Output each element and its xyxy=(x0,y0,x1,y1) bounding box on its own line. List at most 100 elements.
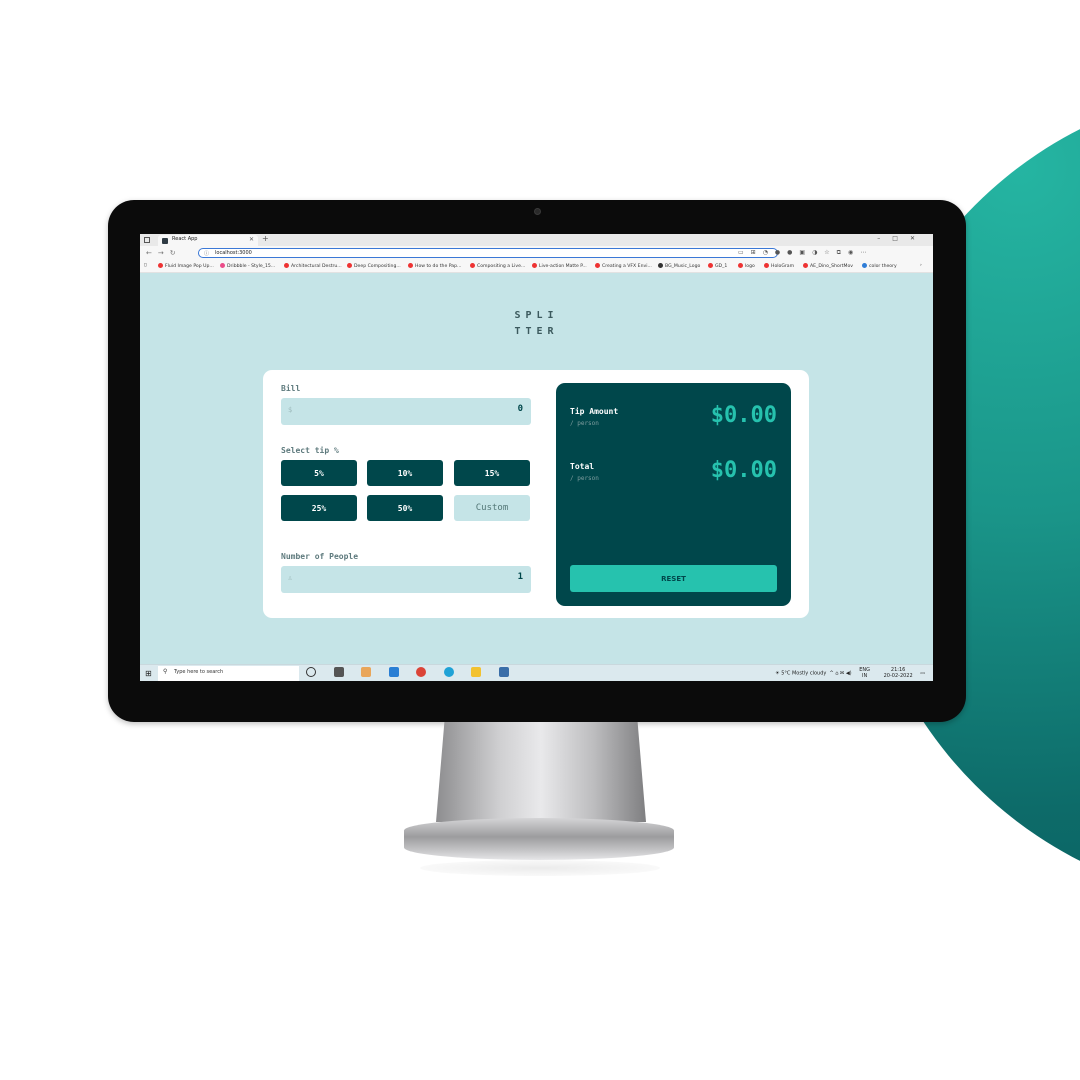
people-label: Number of People xyxy=(281,552,359,561)
tray-icons[interactable]: ^ ⌂ ✉ ◀) xyxy=(828,671,852,677)
total-sub: / person xyxy=(570,475,599,482)
select-tip-label: Select tip % xyxy=(281,446,339,455)
task-view-icon[interactable] xyxy=(333,667,344,677)
close-tab-icon[interactable]: ✕ xyxy=(249,236,254,243)
stage: React App ✕ + –□✕ ←→↻ ⓘ localhost:3000 ▭… xyxy=(0,0,1080,1080)
url-field[interactable]: ⓘ localhost:3000 xyxy=(198,248,778,258)
extension-icons[interactable]: ▭⊞◔●●▣◑☆⧉◉⋯ xyxy=(738,249,873,257)
monitor-screen: React App ✕ + –□✕ ←→↻ ⓘ localhost:3000 ▭… xyxy=(140,234,933,681)
site-icon xyxy=(658,263,663,268)
site-icon xyxy=(284,263,289,268)
bookmark-item[interactable]: HoloGram xyxy=(764,263,794,269)
bill-input[interactable]: $ 0 xyxy=(281,398,531,425)
bookmark-item[interactable]: color theory xyxy=(862,263,897,269)
search-placeholder: Type here to search xyxy=(174,669,224,675)
site-icon xyxy=(532,263,537,268)
system-tray: ☀ 5°C Mostly cloudy ^ ⌂ ✉ ◀) ENG IN 21:1… xyxy=(775,667,925,679)
browser-tab[interactable]: React App ✕ xyxy=(158,235,258,246)
tab-title: React App xyxy=(172,236,198,242)
chrome-icon[interactable] xyxy=(416,667,427,677)
person-icon: ♙ xyxy=(288,574,293,582)
youtube-icon xyxy=(738,263,743,268)
bookmark-item[interactable]: Fluid Image Pop Up... xyxy=(158,263,214,269)
calculator-card: Bill $ 0 Select tip % 5% 10% 15% 25% 50%… xyxy=(263,370,809,618)
edge-icon[interactable] xyxy=(443,667,454,677)
bookmark-item[interactable]: Live-action Matte P... xyxy=(532,263,587,269)
bookmark-item[interactable]: GD_1 xyxy=(708,263,727,269)
vscode-icon[interactable] xyxy=(388,667,399,677)
total-label: Total xyxy=(570,462,595,471)
tip-button-15[interactable]: 15% xyxy=(454,460,530,486)
windows-start-icon[interactable]: ⊞ xyxy=(145,669,152,678)
site-icon xyxy=(862,263,867,268)
tip-amount-value: $0.00 xyxy=(710,403,777,428)
cortana-icon[interactable] xyxy=(306,667,316,677)
monitor-stand-base xyxy=(404,818,674,860)
windows-taskbar: ⊞ ⚲ Type here to search ☀ 5°C Mostly clo… xyxy=(140,664,933,681)
tip-button-10[interactable]: 10% xyxy=(367,460,443,486)
webcam-icon xyxy=(534,208,541,215)
bookmark-item[interactable]: Architectural Destru... xyxy=(284,263,342,269)
youtube-icon xyxy=(158,263,163,268)
bookmark-item[interactable]: How to do the Pap... xyxy=(408,263,461,269)
tip-amount-sub: / person xyxy=(570,420,599,427)
total-value: $0.00 xyxy=(710,458,777,483)
bill-value: 0 xyxy=(517,404,523,414)
bookmark-item[interactable]: AE_Dino_ShortMov xyxy=(803,263,853,269)
dribbble-icon xyxy=(220,263,225,268)
navigation-icons[interactable]: ←→↻ xyxy=(146,249,182,257)
new-tab-icon[interactable]: + xyxy=(262,234,269,243)
bookmark-page-icon[interactable]: ▯ xyxy=(144,263,147,268)
bookmarks-bar: ▯ Fluid Image Pop Up... Dribbble - Style… xyxy=(140,260,933,273)
weather-icon[interactable]: ☀ xyxy=(775,671,779,677)
app-logo: SPLI TTER xyxy=(140,308,933,340)
bookmark-item[interactable]: Compositing a Live... xyxy=(470,263,525,269)
taskbar-apps xyxy=(306,667,517,677)
bookmarks-overflow-icon[interactable]: › xyxy=(920,263,922,268)
browser-address-bar: ←→↻ ⓘ localhost:3000 ▭⊞◔●●▣◑☆⧉◉⋯ xyxy=(140,246,933,260)
favicon-icon xyxy=(162,238,168,244)
sticky-app-icon[interactable] xyxy=(361,667,372,677)
monitor-stand-neck xyxy=(436,722,646,822)
tip-amount-label: Tip Amount xyxy=(570,407,619,416)
bookmark-item[interactable]: Deep Compositing... xyxy=(347,263,401,269)
file-explorer-icon[interactable] xyxy=(471,667,482,677)
url-text: localhost:3000 xyxy=(215,250,252,256)
youtube-icon xyxy=(708,263,713,268)
browser-tab-bar: React App ✕ + –□✕ xyxy=(140,234,933,246)
notification-icon[interactable]: ▭ xyxy=(920,671,925,677)
clock-date: 20-02-2022 xyxy=(883,673,913,679)
clock[interactable]: 21:16 20-02-2022 xyxy=(884,667,913,679)
youtube-icon xyxy=(803,263,808,268)
bookmark-item[interactable]: BG_Music_Logo xyxy=(658,263,700,269)
lang-region: IN xyxy=(862,673,868,679)
tip-button-50[interactable]: 50% xyxy=(367,495,443,521)
site-icon xyxy=(470,263,475,268)
people-value: 1 xyxy=(517,572,523,582)
reset-button[interactable]: RESET xyxy=(570,565,777,592)
tab-actions-icon[interactable] xyxy=(144,237,150,243)
info-icon[interactable]: ⓘ xyxy=(204,250,209,257)
bill-label: Bill xyxy=(281,384,301,393)
youtube-icon xyxy=(408,263,413,268)
search-icon: ⚲ xyxy=(163,668,168,675)
window-controls[interactable]: –□✕ xyxy=(877,235,927,242)
language-indicator[interactable]: ENG IN xyxy=(859,667,870,679)
people-input[interactable]: ♙ 1 xyxy=(281,566,531,593)
stand-shadow xyxy=(420,860,660,876)
site-icon xyxy=(595,263,600,268)
bookmark-item[interactable]: Dribbble - Style_15... xyxy=(220,263,275,269)
taskbar-search[interactable]: ⚲ Type here to search xyxy=(158,666,299,681)
tip-button-5[interactable]: 5% xyxy=(281,460,357,486)
weather-text: 5°C Mostly cloudy xyxy=(781,670,827,677)
site-icon xyxy=(347,263,352,268)
bookmark-item[interactable]: Creating a VFX Envi... xyxy=(595,263,652,269)
bookmark-item[interactable]: logo xyxy=(738,263,755,269)
tip-button-25[interactable]: 25% xyxy=(281,495,357,521)
logo-line-1: SPLI xyxy=(514,310,559,321)
dollar-icon: $ xyxy=(288,406,293,414)
logo-line-2: TTER xyxy=(514,326,559,337)
photos-icon[interactable] xyxy=(498,667,509,677)
custom-tip-input[interactable]: Custom xyxy=(454,495,530,521)
youtube-icon xyxy=(764,263,769,268)
